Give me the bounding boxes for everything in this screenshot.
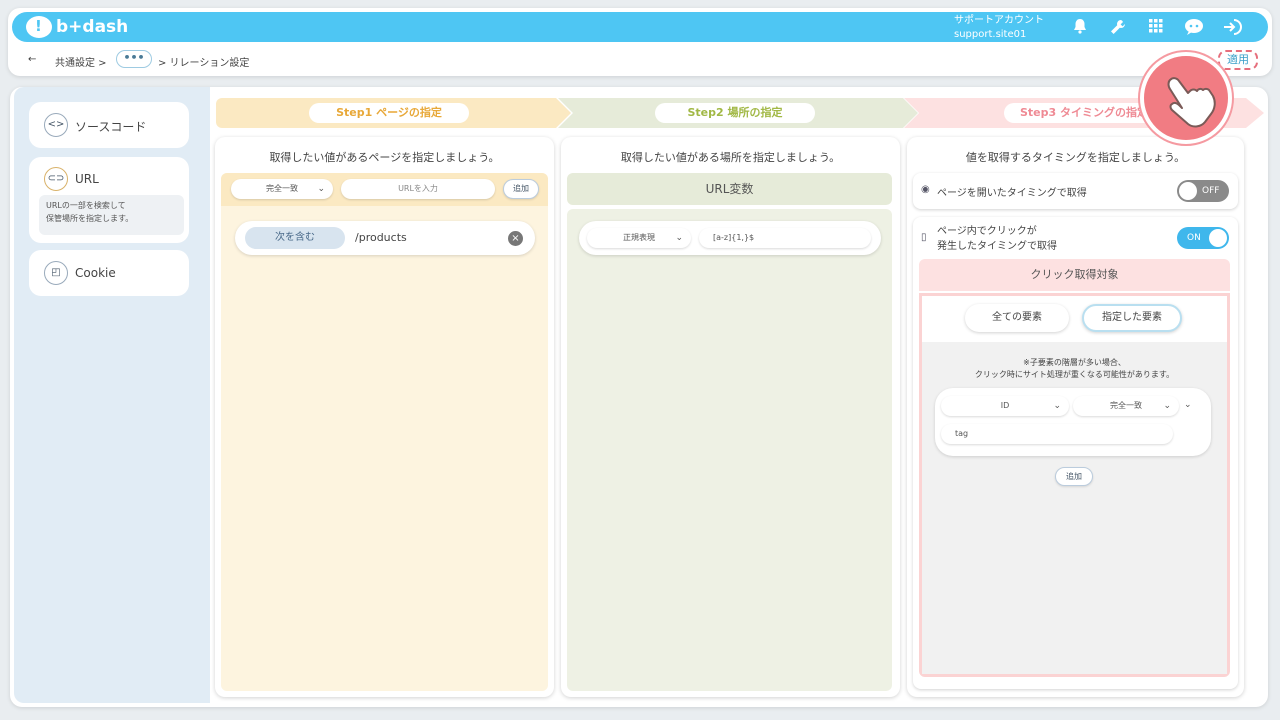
step1-title: 取得したい値があるページを指定しましょう。 <box>269 151 500 164</box>
add-element-button[interactable]: 追加 <box>1055 467 1093 486</box>
step1-banner: Step1 ページの指定 <box>216 98 571 128</box>
chevron-down-icon: ⌄ <box>1163 401 1171 411</box>
description-line: URLの一部を検索して <box>46 201 126 210</box>
all-elements-button[interactable]: 全ての要素 <box>965 304 1069 332</box>
performance-note: ※子要素の階層が多い場合、 クリック時にサイト処理が重くなる可能性があります。 <box>922 357 1227 381</box>
method-select[interactable]: 正規表現 ⌄ <box>587 228 691 248</box>
click-timing-line: ページ内でクリックが <box>937 226 1037 237</box>
note-line: ※子要素の階層が多い場合、 <box>1023 358 1126 367</box>
attribute-match-value: 完全一致 <box>1110 401 1142 410</box>
sidebar-item-label: ソースコード <box>75 120 147 134</box>
sidebar-item-description: URLの一部を検索して 保管場所を指定します。 <box>39 195 184 235</box>
click-timing-label: ページ内でクリックが 発生したタイミングで取得 <box>937 224 1057 254</box>
link-icon: ⊂⊃ <box>44 167 68 191</box>
remove-rule-icon[interactable]: × <box>508 231 523 246</box>
open-timing-label: ページを開いたタイミングで取得 <box>937 188 1087 199</box>
step2-area: 正規表現 ⌄ [a-z]{1,}$ <box>567 209 892 691</box>
support-chat-icon[interactable] <box>1184 18 1204 38</box>
add-url-button[interactable]: 追加 <box>503 179 539 199</box>
click-target-header: クリック取得対象 <box>919 259 1230 291</box>
toggle-state: ON <box>1187 233 1201 243</box>
chevron-down-icon: ⌄ <box>1053 401 1061 411</box>
description-line: 保管場所を指定します。 <box>46 214 134 223</box>
sidebar-item-label: URL <box>75 172 99 186</box>
grid-menu-icon[interactable] <box>1146 18 1166 38</box>
logout-icon[interactable] <box>1222 18 1242 38</box>
cookie-icon: ◰ <box>44 261 68 285</box>
chevron-down-icon[interactable]: ⌄ <box>1184 400 1192 410</box>
code-icon: <> <box>44 113 68 137</box>
rule-type-select[interactable]: 次を含む <box>245 227 345 249</box>
step2-column: 取得したい値がある場所を指定しましょう。 URL変数 正規表現 ⌄ [a-z]{1… <box>561 137 900 697</box>
account-info[interactable]: サポートアカウント support.site01 <box>954 14 1044 42</box>
account-site: support.site01 <box>954 29 1027 40</box>
attribute-match-select[interactable]: 完全一致 ⌄ <box>1073 396 1179 416</box>
account-name: サポートアカウント <box>954 15 1044 26</box>
method-value: 正規表現 <box>623 233 655 242</box>
click-timing-card: ▯ ページ内でクリックが 発生したタイミングで取得 ON クリック取得対象 全て… <box>913 217 1238 689</box>
header-bar: b+dash サポートアカウント support.site01 <box>12 12 1268 42</box>
toggle-state: OFF <box>1202 186 1220 196</box>
attribute-value: ID <box>1000 401 1010 410</box>
wrench-icon[interactable] <box>1108 18 1128 38</box>
sidebar: <> ソースコード ⊂⊃ URL URLの一部を検索して 保管場所を指定します。… <box>14 87 210 703</box>
rule-value[interactable]: /products <box>355 231 407 244</box>
open-timing-card: ◉ ページを開いたタイミングで取得 OFF <box>913 173 1238 209</box>
back-arrow-icon[interactable]: ← <box>28 54 36 65</box>
specified-elements-area: ※子要素の階層が多い場合、 クリック時にサイト処理が重くなる可能性があります。 … <box>922 342 1227 674</box>
click-target-area: 全ての要素 指定した要素 ※子要素の階層が多い場合、 クリック時にサイト処理が重… <box>919 293 1230 677</box>
sidebar-item-source-code[interactable]: <> ソースコード <box>29 102 189 148</box>
url-variable-header: URL変数 <box>567 173 892 205</box>
attribute-select[interactable]: ID ⌄ <box>941 396 1069 416</box>
step2-label: Step2 場所の指定 <box>655 103 815 123</box>
chevron-down-icon: ⌄ <box>317 184 325 194</box>
apply-button[interactable]: 適用 <box>1218 50 1258 70</box>
match-type-select[interactable]: 完全一致 ⌄ <box>231 179 333 199</box>
specified-elements-button[interactable]: 指定した要素 <box>1082 304 1182 332</box>
breadcrumb-common[interactable]: 共通設定 > <box>55 54 107 69</box>
step3-title: 値を取得するタイミングを指定しましょう。 <box>965 151 1186 164</box>
mouse-icon: ▯ <box>921 232 927 243</box>
breadcrumb-current: > リレーション設定 <box>158 58 250 69</box>
attribute-value-input[interactable]: tag <box>941 424 1173 444</box>
toggle-knob <box>1179 182 1197 200</box>
breadcrumb-more-button[interactable]: ••• <box>116 50 152 68</box>
location-rule-row: 正規表現 ⌄ [a-z]{1,}$ <box>579 221 881 255</box>
sidebar-item-label: Cookie <box>75 266 116 280</box>
pointing-hand-icon <box>1140 52 1232 144</box>
logo[interactable]: b+dash <box>26 14 128 40</box>
eye-icon: ◉ <box>921 184 930 195</box>
toggle-knob <box>1209 229 1227 247</box>
element-rule-row: ID ⌄ 完全一致 ⌄ ⌄ tag <box>935 388 1211 456</box>
logo-text: b+dash <box>56 17 129 37</box>
step1-area: 完全一致 ⌄ URLを入力 追加 次を含む /products × <box>221 173 548 691</box>
url-input[interactable]: URLを入力 <box>341 179 495 199</box>
open-timing-toggle[interactable]: OFF <box>1177 180 1229 202</box>
match-type-value: 完全一致 <box>266 184 298 193</box>
note-line: クリック時にサイト処理が重くなる可能性があります。 <box>974 370 1175 379</box>
step1-input-bar: 完全一致 ⌄ URLを入力 追加 <box>221 173 548 206</box>
step2-title: 取得したい値がある場所を指定しましょう。 <box>620 151 841 164</box>
bell-icon[interactable] <box>1070 18 1090 38</box>
url-rule-row: 次を含む /products × <box>235 221 535 255</box>
step2-banner: Step2 場所の指定 <box>558 98 918 128</box>
chevron-down-icon: ⌄ <box>675 233 683 243</box>
top-bar: b+dash サポートアカウント support.site01 ← 共通設定 >… <box>8 8 1272 76</box>
sidebar-item-cookie[interactable]: ◰ Cookie <box>29 250 189 296</box>
pattern-input[interactable]: [a-z]{1,}$ <box>699 228 871 248</box>
logo-bubble-icon <box>26 16 52 38</box>
click-timing-toggle[interactable]: ON <box>1177 227 1229 249</box>
main-panel: <> ソースコード ⊂⊃ URL URLの一部を検索して 保管場所を指定します。… <box>10 87 1268 707</box>
step1-label: Step1 ページの指定 <box>309 103 469 123</box>
click-timing-line: 発生したタイミングで取得 <box>937 241 1057 252</box>
step3-column: 値を取得するタイミングを指定しましょう。 ◉ ページを開いたタイミングで取得 O… <box>907 137 1244 697</box>
step1-column: 取得したい値があるページを指定しましょう。 完全一致 ⌄ URLを入力 追加 次を… <box>215 137 554 697</box>
sidebar-item-url[interactable]: ⊂⊃ URL URLの一部を検索して 保管場所を指定します。 <box>29 157 189 243</box>
